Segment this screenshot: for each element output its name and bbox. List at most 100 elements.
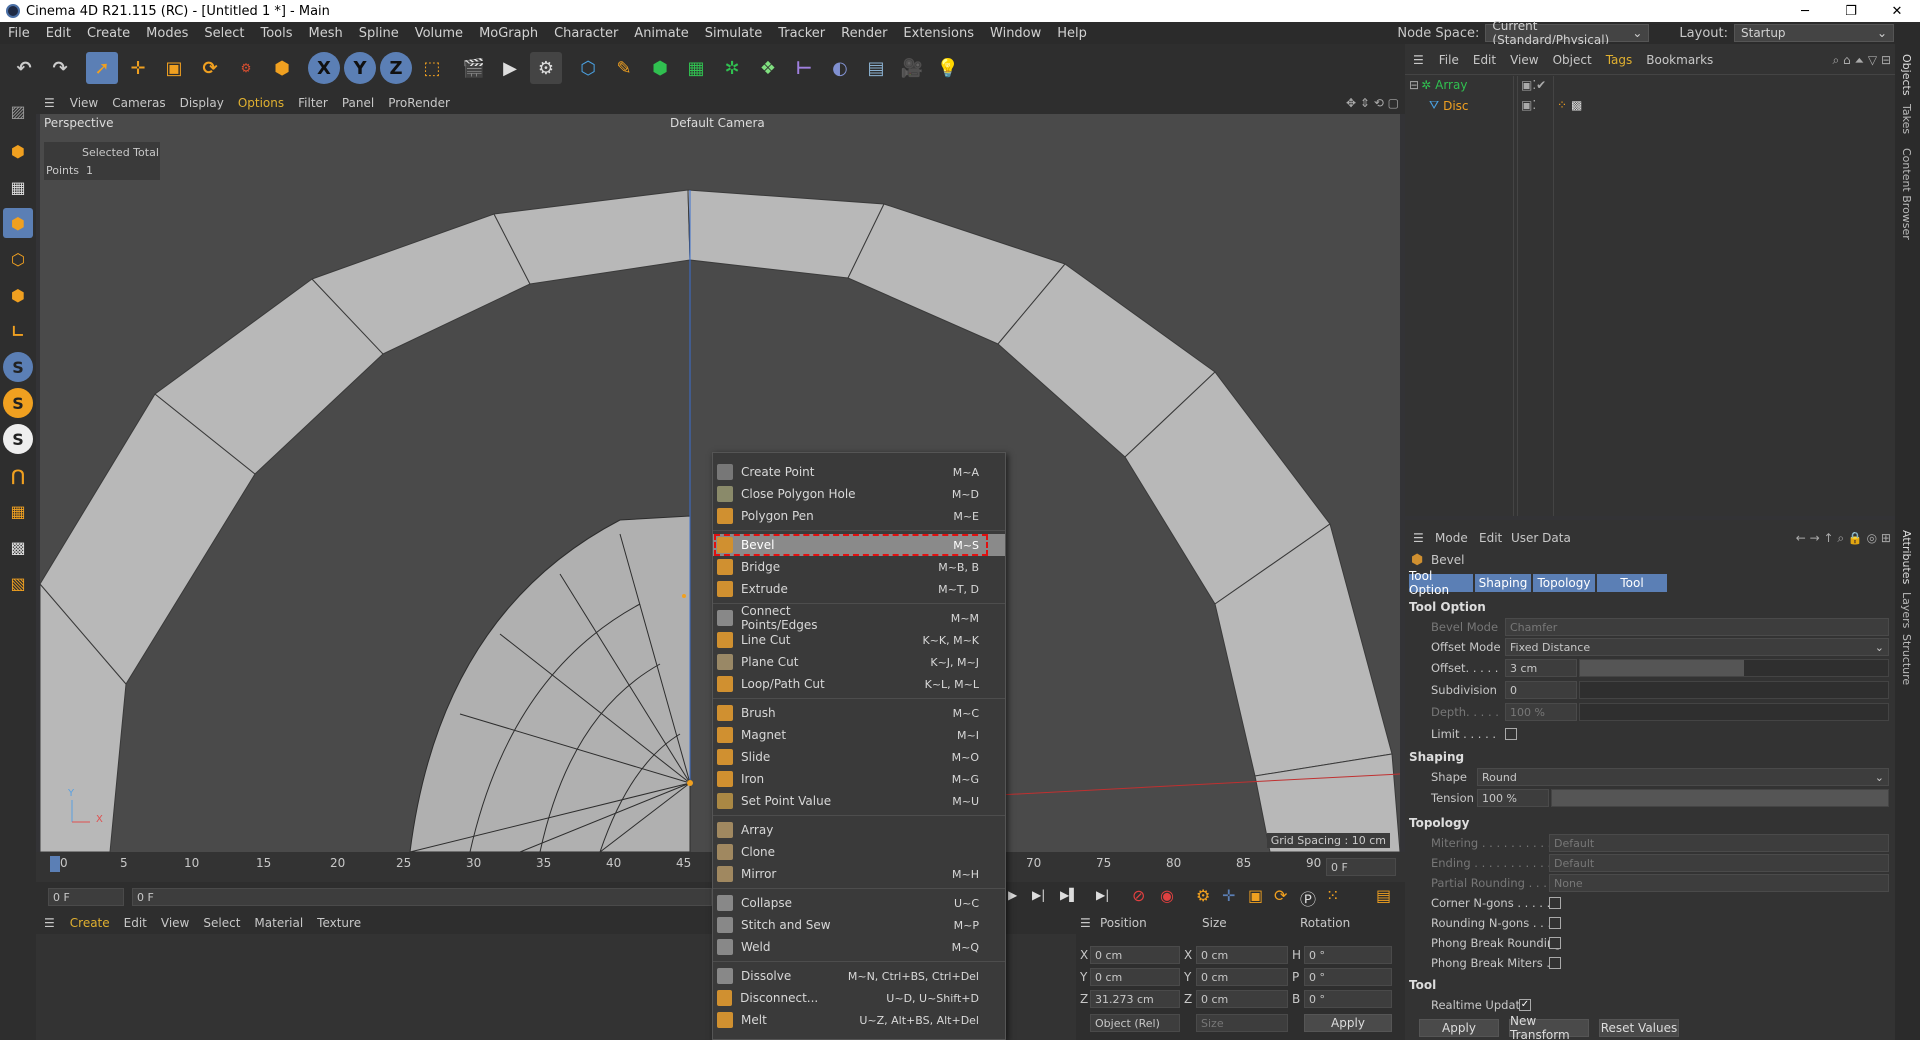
menu-volume[interactable]: Volume xyxy=(407,26,471,41)
menu-item-brush[interactable]: Brush M~C xyxy=(713,702,1005,724)
menu-item-connect-points-edges[interactable]: Connect Points/Edges M~M xyxy=(713,604,1005,632)
subdivision-field[interactable]: 0 xyxy=(1505,681,1577,699)
render-to-picture-viewer-icon[interactable]: ▶ xyxy=(494,52,526,84)
texture-tag-icon[interactable]: ▩ xyxy=(1571,98,1582,112)
hamburger-icon[interactable]: ☰ xyxy=(36,96,63,110)
rotation-p-field[interactable]: 0 ° xyxy=(1304,968,1392,986)
tension-field[interactable]: 100 % xyxy=(1477,789,1549,807)
hamburger-icon[interactable]: ☰ xyxy=(1405,53,1432,67)
depth-slider[interactable] xyxy=(1579,703,1889,721)
size-y-field[interactable]: 0 cm xyxy=(1196,968,1288,986)
object-menu-edit[interactable]: Edit xyxy=(1466,53,1503,67)
offset-slider[interactable] xyxy=(1579,659,1889,677)
menu-item-loop-path-cut[interactable]: Loop/Path Cut K~L, M~L xyxy=(713,673,1005,695)
menu-modes[interactable]: Modes xyxy=(138,26,196,41)
menu-item-array[interactable]: Array xyxy=(713,819,1005,841)
phong-tag-icon[interactable]: ⁘ xyxy=(1557,98,1567,112)
ending-dropdown[interactable]: Default xyxy=(1549,854,1889,872)
make-editable-icon[interactable]: ▨ xyxy=(3,96,33,126)
scale-icon[interactable]: ▣ xyxy=(158,52,190,84)
position-z-field[interactable]: 31.273 cm xyxy=(1090,990,1180,1008)
rotation-h-field[interactable]: 0 ° xyxy=(1304,946,1392,964)
realtime-update-checkbox[interactable]: ✓ xyxy=(1519,999,1531,1011)
object-menu-bookmarks[interactable]: Bookmarks xyxy=(1639,53,1720,67)
bevel-mode-dropdown[interactable]: Chamfer xyxy=(1505,618,1889,636)
menu-item-collapse[interactable]: Collapse U~C xyxy=(713,892,1005,914)
rotate-icon[interactable]: ⟳ xyxy=(194,52,226,84)
bend-deformer-icon[interactable]: ⊢ xyxy=(788,52,820,84)
end-frame-field[interactable]: 0 F xyxy=(1326,858,1396,876)
playhead-marker[interactable] xyxy=(50,856,60,872)
render-settings-icon[interactable]: ⚙ xyxy=(530,52,562,84)
record-keys-icon[interactable]: ⊘ xyxy=(1132,886,1145,905)
current-frame-field[interactable]: 0 F xyxy=(48,888,124,906)
points-mode-icon[interactable]: ⬢ xyxy=(3,208,33,238)
menu-item-magnet[interactable]: Magnet M~I xyxy=(713,724,1005,746)
key-pla-icon[interactable]: ⁙ xyxy=(1326,886,1339,905)
attribute-menu-mode[interactable]: Mode xyxy=(1435,531,1468,545)
viewport-menu-display[interactable]: Display xyxy=(173,96,231,110)
key-position-icon[interactable]: ✛ xyxy=(1222,886,1235,905)
edges-mode-icon[interactable]: ⬡ xyxy=(3,244,33,274)
menu-mesh[interactable]: Mesh xyxy=(301,26,351,41)
object-menu-view[interactable]: View xyxy=(1503,53,1545,67)
layout-dropdown[interactable]: Startup ⌄ xyxy=(1734,24,1894,42)
position-y-field[interactable]: 0 cm xyxy=(1090,968,1180,986)
light-icon[interactable]: 💡 xyxy=(932,52,964,84)
menu-item-bevel[interactable]: Bevel M~S xyxy=(713,534,1005,556)
menu-mograph[interactable]: MoGraph xyxy=(471,26,546,41)
menu-simulate[interactable]: Simulate xyxy=(697,26,770,41)
apply-button[interactable]: Apply xyxy=(1419,1019,1499,1037)
live-selection-icon[interactable]: ➚ xyxy=(86,52,118,84)
deformer-icon[interactable]: ❖ xyxy=(752,52,784,84)
axis-mode-icon[interactable]: ∟ xyxy=(3,316,33,346)
attribute-menu-edit[interactable]: Edit xyxy=(1479,531,1502,545)
maximize-button[interactable]: ❐ xyxy=(1828,0,1874,22)
mitering-dropdown[interactable]: Default xyxy=(1549,834,1889,852)
object-menu-object[interactable]: Object xyxy=(1546,53,1599,67)
floor-icon[interactable]: ▤ xyxy=(860,52,892,84)
next-frame-icon[interactable]: ▶| xyxy=(1032,888,1045,902)
menu-render[interactable]: Render xyxy=(833,26,895,41)
last-frame-icon[interactable]: ▶| xyxy=(1096,888,1109,902)
planar-workplane-icon[interactable]: ▧ xyxy=(3,568,33,598)
tab-shaping[interactable]: Shaping xyxy=(1475,574,1531,592)
array-generator-icon[interactable]: ▦ xyxy=(680,52,712,84)
world-coordinates-icon[interactable]: ⬚ xyxy=(416,52,448,84)
size-mode-dropdown[interactable]: Size xyxy=(1196,1014,1288,1032)
viewport-nav-icons[interactable]: ✥ ⇕ ⟲ ▢ xyxy=(1346,96,1399,110)
solo-single-icon[interactable]: S xyxy=(3,388,33,418)
attribute-nav-icons[interactable]: ← → ↑ ⌕ 🔒 ◎ ⊞ xyxy=(1796,531,1891,546)
menu-item-extrude[interactable]: Extrude M~T, D xyxy=(713,578,1005,600)
reset-values-button[interactable]: Reset Values xyxy=(1599,1019,1679,1037)
close-button[interactable]: ✕ xyxy=(1874,0,1920,22)
hamburger-icon[interactable]: ☰ xyxy=(1413,531,1424,545)
menu-spline[interactable]: Spline xyxy=(351,26,407,41)
expand-icon[interactable]: ⊟ xyxy=(1409,78,1419,92)
menu-item-close-polygon-hole[interactable]: Close Polygon Hole M~D xyxy=(713,483,1005,505)
field-icon[interactable]: ◐ xyxy=(824,52,856,84)
layer-visibility-icon[interactable]: ▣⁚✔ xyxy=(1521,78,1546,92)
tension-slider[interactable] xyxy=(1551,789,1889,807)
rounding-ngons-checkbox[interactable] xyxy=(1549,917,1561,929)
material-menu-texture[interactable]: Texture xyxy=(310,916,368,930)
hamburger-icon[interactable]: ☰ xyxy=(1080,916,1091,930)
layer-visibility-icon[interactable]: ▣⁚ xyxy=(1521,98,1536,112)
key-rotation-icon[interactable]: ⟳ xyxy=(1274,886,1287,905)
camera-icon[interactable]: 🎥 xyxy=(896,52,928,84)
menu-tracker[interactable]: Tracker xyxy=(770,26,833,41)
go-to-end-icon[interactable]: ▶▌ xyxy=(1060,888,1078,902)
partial-rounding-dropdown[interactable]: None xyxy=(1549,874,1889,892)
menu-item-melt[interactable]: Melt U~Z, Alt+BS, Alt+Del xyxy=(713,1009,1005,1031)
texture-mode-icon[interactable]: ▦ xyxy=(3,172,33,202)
position-x-field[interactable]: 0 cm xyxy=(1090,946,1180,964)
side-tab-content-browser[interactable]: Content Browser xyxy=(1900,148,1913,240)
menu-edit[interactable]: Edit xyxy=(38,26,79,41)
side-tab-objects[interactable]: Objects xyxy=(1900,54,1913,96)
material-menu-edit[interactable]: Edit xyxy=(117,916,154,930)
render-view-icon[interactable]: 🎬 xyxy=(458,52,490,84)
frame-range-field[interactable]: 0 F xyxy=(132,888,712,906)
menu-item-disconnect[interactable]: Disconnect... U~D, U~Shift+D xyxy=(713,987,1005,1009)
menu-help[interactable]: Help xyxy=(1049,26,1095,41)
menu-item-polygon-pen[interactable]: Polygon Pen M~E xyxy=(713,505,1005,527)
